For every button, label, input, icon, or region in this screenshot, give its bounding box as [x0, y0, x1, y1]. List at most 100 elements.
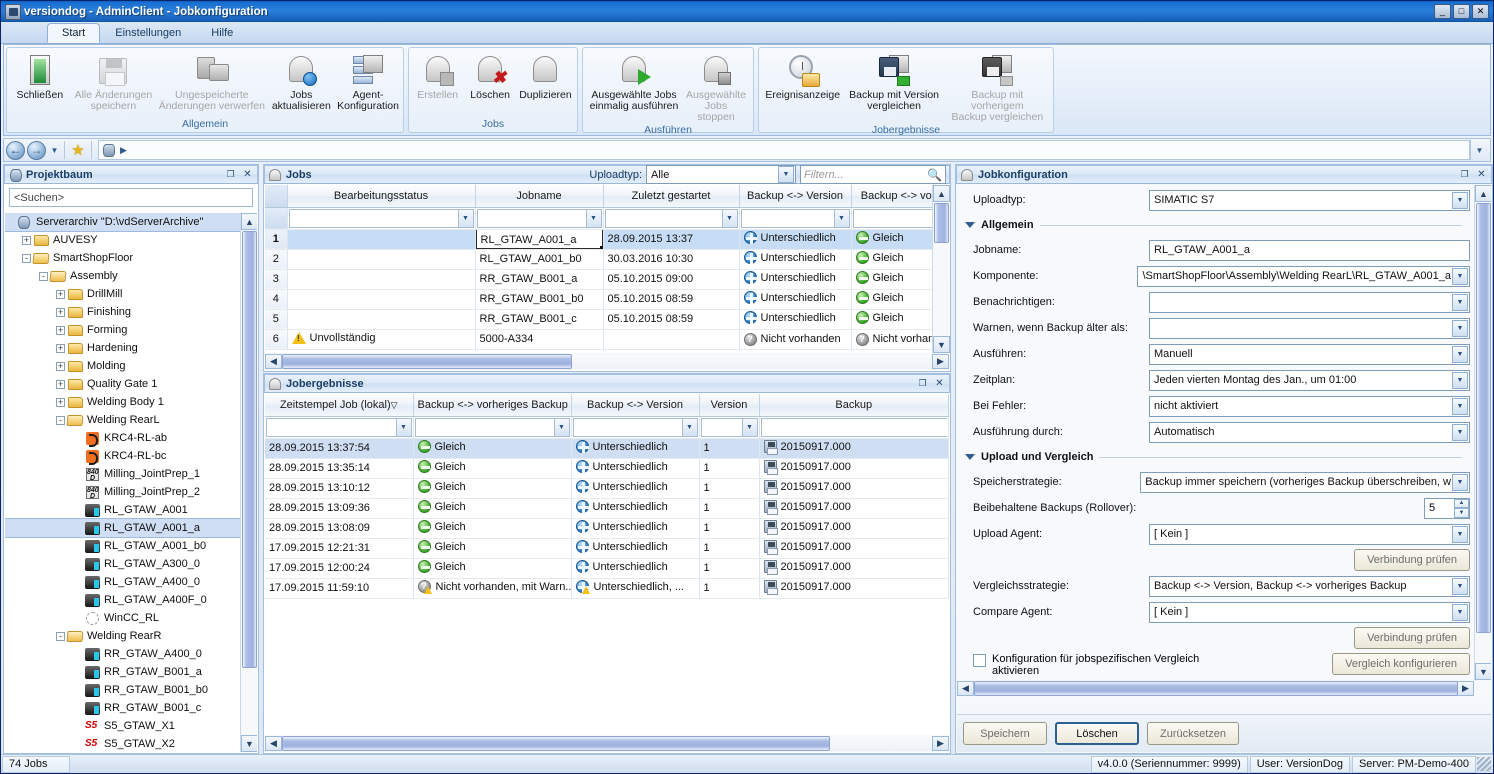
ribbon-button-schliessen[interactable]: Schließen — [9, 51, 71, 101]
row-number[interactable]: 2 — [265, 249, 288, 270]
row-number[interactable]: 3 — [265, 269, 288, 290]
configure-compare-button[interactable]: Vergleich konfigurieren — [1332, 653, 1470, 675]
table-row[interactable]: 1 RL_GTAW_A001_a 28.09.2015 13:37 Unterschi… — [265, 229, 932, 250]
back-icon[interactable]: ← — [6, 140, 25, 160]
tree-expander-icon[interactable]: + — [22, 235, 31, 245]
cell-backup-prev[interactable]: Gleich — [413, 458, 572, 479]
table-row[interactable]: 6Unvollständig5000-A334?Nicht vorhanden?… — [265, 329, 932, 350]
table-row[interactable]: 3 RR_GTAW_B001_a 05.10.2015 09:00 Unterschi… — [265, 269, 932, 290]
tree-node[interactable]: + Quality Gate 1 — [5, 375, 240, 393]
cell-jobname[interactable]: 5000-A334 — [475, 329, 604, 350]
filter-input[interactable] — [760, 417, 947, 437]
jobs-col-bearbeitungsstatus[interactable]: Bearbeitungsstatus — [287, 185, 476, 208]
jobs-horizontal-scrollbar[interactable]: ◀ ▶ — [265, 353, 949, 370]
cell-backup-prev[interactable]: Gleich — [851, 309, 932, 330]
tree-node[interactable]: KRC4-RL-bc — [5, 447, 240, 465]
scroll-right-icon[interactable]: ▶ — [932, 736, 949, 751]
tree-node[interactable]: + Forming — [5, 321, 240, 339]
stepper-down-icon[interactable]: ▼ — [1454, 508, 1469, 518]
tree-node[interactable]: WinCC_RL — [5, 609, 240, 627]
table-row[interactable]: 4 RR_GTAW_B001_b0 05.10.2015 08:59 Untersch… — [265, 289, 932, 310]
filter-input[interactable] — [852, 208, 932, 228]
cell-timestamp[interactable]: 28.09.2015 13:35:14 — [265, 458, 414, 479]
cell-backup-version[interactable]: Unterschiedlich — [739, 309, 852, 330]
jobs-col-backup-version[interactable]: Backup <-> Version — [739, 185, 852, 208]
beibehaltene-backups-rollover-stepper[interactable]: 5 ▲ ▼ — [1424, 497, 1470, 519]
results-col-backup[interactable]: Backup — [759, 394, 949, 417]
scroll-left-icon[interactable]: ◀ — [265, 354, 282, 369]
close-button[interactable]: ✕ — [241, 168, 254, 181]
filter-cell-prev[interactable]: ▼ — [413, 416, 572, 439]
tree-node[interactable]: RL_GTAW_A001_b0 — [5, 537, 240, 555]
breadcrumb[interactable]: ▶ — [98, 140, 1470, 160]
cell-backup-version[interactable]: Unterschiedlich — [739, 249, 852, 270]
chevron-down-icon[interactable]: ▼ — [721, 208, 738, 228]
cell-version[interactable]: 1 — [699, 458, 760, 479]
breadcrumb-overflow-icon[interactable]: ▼ — [1470, 140, 1488, 160]
tree-search-input[interactable]: <Suchen> — [9, 188, 253, 207]
ausf-hren-select[interactable]: Manuell ▼ — [1149, 343, 1470, 365]
filter-cell-ts[interactable]: ▼ — [265, 416, 414, 439]
cell-backup-version[interactable]: Unterschiedlich — [571, 558, 700, 579]
cell-backup-prev[interactable]: Gleich — [413, 438, 572, 459]
ribbon-button-loeschen[interactable]: ✖ Löschen — [464, 51, 516, 101]
cell-backup-prev[interactable]: Gleich — [413, 538, 572, 559]
cell-version[interactable]: 1 — [699, 518, 760, 539]
chevron-down-icon[interactable]: ▼ — [1452, 525, 1468, 543]
cell-timestamp[interactable]: 17.09.2015 12:00:24 — [265, 558, 414, 579]
bei-fehler-select[interactable]: nicht aktiviert ▼ — [1149, 395, 1470, 417]
cell-started[interactable]: 28.09.2015 13:37 — [603, 229, 740, 250]
cell-backup-version[interactable]: ? Nicht vorhanden — [739, 329, 852, 350]
table-row[interactable]: 28.09.2015 13:09:36 Gleich Unterschiedlich… — [265, 498, 949, 519]
scroll-down-icon[interactable]: ▼ — [1475, 663, 1491, 680]
filter-input[interactable] — [414, 417, 554, 437]
benachrichtigen-select[interactable]: ▼ — [1149, 291, 1470, 313]
results-col-zeitstempel[interactable]: Zeitstempel Job (lokal)▽ — [265, 394, 414, 417]
cell-started[interactable]: 05.10.2015 08:59 — [603, 289, 740, 310]
chevron-down-icon[interactable]: ▼ — [1452, 319, 1468, 337]
scrollbar-thumb[interactable] — [242, 231, 257, 668]
cell-jobname[interactable]: RR_GTAW_B001_b0 — [475, 289, 604, 310]
tab-start[interactable]: Start — [47, 23, 101, 43]
chevron-down-icon[interactable]: ▼ — [1452, 191, 1468, 209]
tree-node[interactable]: RR_GTAW_B001_b0 — [5, 681, 240, 699]
chevron-down-icon[interactable]: ▼ — [48, 146, 61, 155]
jobname-input[interactable]: RL_GTAW_A001_a — [1149, 239, 1470, 261]
config-horizontal-scrollbar[interactable]: ◀ ▶ — [957, 680, 1474, 697]
tree-expander-icon[interactable]: - — [56, 415, 65, 425]
ausf-hrung-durch-select[interactable]: Automatisch ▼ — [1149, 421, 1470, 443]
cell-backup-prev[interactable]: Gleich — [413, 558, 572, 579]
cell-status[interactable] — [287, 289, 476, 310]
scroll-up-icon[interactable]: ▲ — [1475, 185, 1491, 202]
tree-expander-icon[interactable]: + — [56, 307, 65, 317]
tree-expander-icon[interactable]: - — [39, 271, 48, 281]
jobs-filter-input[interactable]: Filtern... 🔍 — [800, 165, 946, 184]
scrollbar-thumb[interactable] — [1476, 203, 1491, 633]
cell-backup-version[interactable]: Unterschiedlich — [571, 478, 700, 499]
close-button[interactable]: ✕ — [933, 377, 946, 390]
tree-node[interactable]: 840 D Milling_JointPrep_2 — [5, 483, 240, 501]
chevron-down-icon[interactable]: ▼ — [1452, 345, 1468, 363]
table-row[interactable]: 5 RR_GTAW_B001_c 05.10.2015 08:59 Unterschi… — [265, 309, 932, 330]
table-row[interactable]: 28.09.2015 13:37:54 Gleich Unterschiedlich… — [265, 438, 949, 459]
chevron-down-icon[interactable]: ▼ — [1452, 473, 1468, 491]
scrollbar-thumb[interactable] — [934, 203, 949, 243]
tree-node[interactable]: RR_GTAW_A400_0 — [5, 645, 240, 663]
collapse-triangle-icon[interactable] — [965, 222, 975, 228]
filter-cell-ver[interactable]: ▼ — [571, 416, 700, 439]
tree-node[interactable]: KRC4-RL-ab — [5, 429, 240, 447]
chevron-down-icon[interactable]: ▼ — [778, 166, 794, 183]
scroll-right-icon[interactable]: ▶ — [1457, 681, 1474, 696]
filter-input[interactable] — [740, 208, 834, 228]
tree-expander-icon[interactable]: - — [22, 253, 31, 263]
section-allgemein[interactable]: Allgemein — [965, 215, 1470, 235]
cell-version[interactable]: 1 — [699, 438, 760, 459]
tree-node[interactable]: RL_GTAW_A001_a — [5, 518, 240, 538]
row-number[interactable]: 4 — [265, 289, 288, 310]
cell-backup-prev[interactable]: Gleich — [851, 229, 932, 250]
chevron-down-icon[interactable]: ▼ — [1452, 371, 1468, 389]
cell-timestamp[interactable]: 17.09.2015 11:59:10 — [265, 578, 414, 599]
tree-node[interactable]: + DrillMill — [5, 285, 240, 303]
minimize-button[interactable]: _ — [1434, 4, 1451, 19]
tree-node[interactable]: + Finishing — [5, 303, 240, 321]
